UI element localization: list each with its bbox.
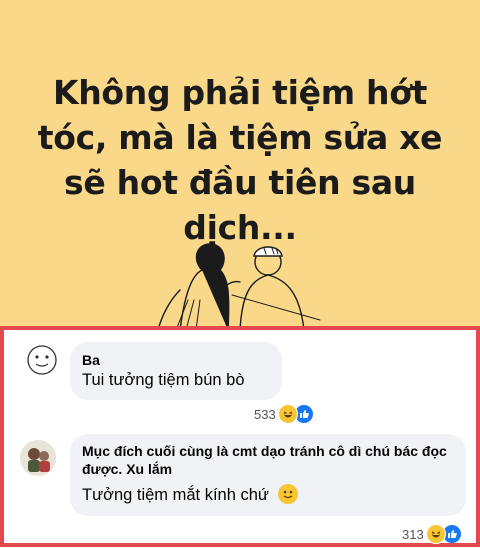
reaction-summary[interactable]: 533 bbox=[254, 404, 313, 424]
comment-author[interactable]: Mục đích cuối cùng là cmt dạo tránh cô d… bbox=[82, 442, 452, 478]
headline-line: Không phải tiệm hớt bbox=[52, 73, 428, 112]
comment-text-row: Tưởng tiệm mắt kính chứ bbox=[82, 484, 452, 506]
avatar[interactable] bbox=[24, 342, 60, 378]
haha-icon bbox=[425, 524, 446, 544]
reaction-count: 533 bbox=[254, 406, 276, 422]
reaction-count: 313 bbox=[402, 526, 424, 542]
avatar[interactable] bbox=[20, 440, 56, 476]
comment-text: Tui tưởng tiệm bún bò bbox=[82, 371, 245, 389]
haha-icon bbox=[277, 404, 298, 424]
reaction-summary[interactable]: 313 bbox=[402, 524, 461, 544]
couple-illustration bbox=[157, 243, 321, 330]
post-image[interactable]: Không phải tiệm hớt tóc, mà là tiệm sửa … bbox=[0, 0, 480, 330]
comments-section: Ba Tui tưởng tiệm bún bò 533 Mục đích cu… bbox=[0, 326, 480, 547]
headline-line: tóc, mà là tiệm sửa xe bbox=[37, 118, 443, 157]
comment-bubble[interactable]: Mục đích cuối cùng là cmt dạo tránh cô d… bbox=[70, 434, 466, 516]
post-headline: Không phải tiệm hớt tóc, mà là tiệm sửa … bbox=[20, 70, 460, 250]
slightly-smiling-face-icon bbox=[277, 484, 298, 504]
comment-item: Ba Tui tưởng tiệm bún bò 533 bbox=[4, 330, 476, 430]
comment-text: Tưởng tiệm mắt kính chứ bbox=[82, 486, 269, 504]
headline-line: sẽ hot đầu tiên sau bbox=[64, 163, 416, 202]
comment-bubble[interactable]: Ba Tui tưởng tiệm bún bò bbox=[70, 342, 282, 400]
comment-item: Mục đích cuối cùng là cmt dạo tránh cô d… bbox=[4, 428, 476, 548]
comment-author[interactable]: Ba bbox=[82, 351, 270, 369]
doodle-face-icon bbox=[27, 345, 57, 375]
user-photo-icon bbox=[20, 440, 56, 476]
